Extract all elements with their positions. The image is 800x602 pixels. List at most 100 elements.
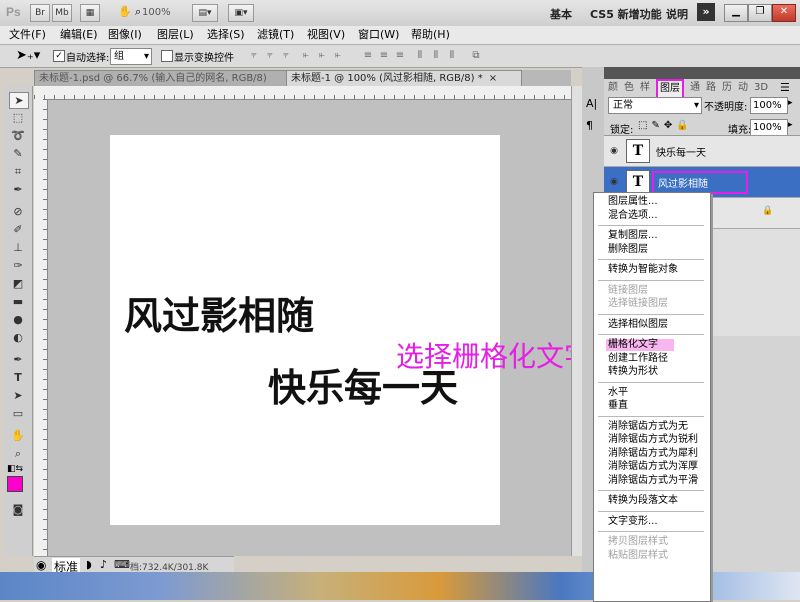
menu-edit[interactable]: 编辑(E) xyxy=(57,27,101,43)
menu-filter[interactable]: 滤镜(T) xyxy=(254,27,297,43)
distribute-vcenter-icon[interactable]: ≡ xyxy=(378,50,390,62)
foreground-color-swatch[interactable] xyxy=(7,476,23,492)
distribute-bottom-icon[interactable]: ≡ xyxy=(394,50,406,62)
pen-tool-icon[interactable]: ✒ xyxy=(9,352,27,367)
context-menu-item[interactable]: 选择相似图层 xyxy=(608,319,668,331)
eye-icon[interactable]: ◉ xyxy=(608,145,620,157)
blend-mode-dropdown[interactable]: 正常 ▾ xyxy=(608,97,702,114)
shape-tool-icon[interactable]: ▭ xyxy=(9,406,27,421)
auto-select-checkbox[interactable]: ✓ xyxy=(53,50,65,62)
close-button[interactable]: ✕ xyxy=(772,4,796,22)
workspace-cs5-new[interactable]: CS5 新增功能 xyxy=(590,6,662,22)
menu-select[interactable]: 选择(S) xyxy=(204,27,248,43)
distribute-hcenter-icon[interactable]: ⦀ xyxy=(430,50,442,62)
distribute-right-icon[interactable]: ⦀ xyxy=(446,50,458,62)
context-menu-item[interactable]: 文字变形... xyxy=(608,516,658,528)
move-tool-icon[interactable]: ➤ xyxy=(9,92,29,109)
align-top-icon[interactable]: ⫧ xyxy=(248,50,260,62)
panel-menu-icon[interactable]: ☰ xyxy=(780,81,790,94)
context-menu-item[interactable]: 转换为智能对象 xyxy=(608,264,678,276)
paragraph-panel-icon[interactable]: ¶ xyxy=(586,119,593,132)
mini-bridge-button[interactable]: Mb xyxy=(52,4,72,22)
tab-color[interactable]: 颜 xyxy=(608,80,618,96)
eye-icon[interactable]: ◉ xyxy=(608,176,620,188)
move-tool-preset-icon[interactable]: ➤₊▾ xyxy=(16,48,40,63)
menu-help[interactable]: 帮助(H) xyxy=(408,27,453,43)
workspace-essentials[interactable]: 基本 xyxy=(550,6,572,22)
context-menu-item[interactable]: 消除锯齿方式为锐利 xyxy=(608,434,698,446)
auto-align-icon[interactable]: ⧉ xyxy=(470,50,482,62)
context-menu-item[interactable]: 转换为形状 xyxy=(608,366,658,378)
menu-file[interactable]: 文件(F) xyxy=(6,27,49,43)
eyedropper-tool-icon[interactable]: ✒ xyxy=(9,182,27,197)
more-workspaces-button[interactable]: » xyxy=(697,3,715,21)
marquee-tool-icon[interactable]: ⬚ xyxy=(9,110,27,125)
align-left-icon[interactable]: ⫦ xyxy=(300,50,312,62)
menu-view[interactable]: 视图(V) xyxy=(304,27,348,43)
tab-styles[interactable]: 样 xyxy=(640,80,650,96)
close-icon[interactable]: × xyxy=(489,73,497,84)
context-menu-item[interactable]: 消除锯齿方式为平滑 xyxy=(608,475,698,487)
vertical-scrollbar[interactable] xyxy=(571,86,582,556)
menu-layer[interactable]: 图层(L) xyxy=(154,27,197,43)
workspace-help[interactable]: 说明 xyxy=(666,6,688,22)
dodge-tool-icon[interactable]: ◐ xyxy=(9,330,27,345)
context-menu-item[interactable]: 混合选项... xyxy=(608,210,658,222)
gradient-tool-icon[interactable]: ▬ xyxy=(9,294,27,309)
tab-layers[interactable]: 图层 xyxy=(656,79,684,99)
fill-slider-icon[interactable]: ▸ xyxy=(788,120,793,130)
opacity-input[interactable]: 100% xyxy=(750,97,788,114)
align-hcenter-icon[interactable]: ⫦ xyxy=(316,50,328,62)
opacity-slider-icon[interactable]: ▸ xyxy=(788,98,793,108)
zoom-level[interactable]: 100% xyxy=(142,7,171,18)
arrange-documents-button[interactable]: ▤▾ xyxy=(192,4,218,22)
context-menu-item[interactable]: 水平 xyxy=(608,387,628,399)
hand-icon[interactable]: ✋ xyxy=(118,5,132,19)
screen-mode-button[interactable]: ▣▾ xyxy=(228,4,254,22)
tab-swatches[interactable]: 色 xyxy=(624,80,634,96)
maximize-button[interactable]: ❐ xyxy=(748,4,772,22)
history-brush-tool-icon[interactable]: ✑ xyxy=(9,258,27,273)
align-vcenter-icon[interactable]: ⫧ xyxy=(264,50,276,62)
character-panel-icon[interactable]: A| xyxy=(586,97,597,110)
view-extras-button[interactable]: ▦ xyxy=(80,4,100,22)
healing-brush-tool-icon[interactable]: ⊘ xyxy=(9,204,27,219)
auto-select-dropdown[interactable]: 组 ▾ xyxy=(110,48,152,65)
bridge-button[interactable]: Br xyxy=(30,4,50,22)
tab-actions[interactable]: 动 xyxy=(738,80,748,96)
context-menu-item[interactable]: 消除锯齿方式为犀利 xyxy=(608,448,698,460)
align-bottom-icon[interactable]: ⫧ xyxy=(280,50,292,62)
hand-tool-icon[interactable]: ✋ xyxy=(9,428,27,443)
default-colors-icon[interactable]: ◧⇆ xyxy=(7,464,23,474)
lock-options-icon[interactable]: ⬚✎✥🔒 xyxy=(638,120,693,131)
canvas-text-layer-1[interactable]: 风过影相随 xyxy=(124,285,314,340)
quick-mask-icon[interactable]: ◙ xyxy=(9,502,27,517)
document-canvas[interactable]: 风过影相随 快乐每一天 xyxy=(110,135,500,525)
context-menu-item[interactable]: 消除锯齿方式为浑厚 xyxy=(608,461,698,473)
brush-tool-icon[interactable]: ✐ xyxy=(9,222,27,237)
context-menu-item[interactable]: 复制图层... xyxy=(608,230,658,242)
tab-history[interactable]: 历 xyxy=(722,80,732,96)
type-tool-icon[interactable]: T xyxy=(9,370,27,385)
distribute-left-icon[interactable]: ⦀ xyxy=(414,50,426,62)
clone-stamp-tool-icon[interactable]: ⊥ xyxy=(9,240,27,255)
crop-tool-icon[interactable]: ⌗ xyxy=(9,164,27,179)
align-right-icon[interactable]: ⫦ xyxy=(332,50,344,62)
tab-channels[interactable]: 通 xyxy=(690,80,700,96)
tab-document-2[interactable]: 未标题-1 @ 100% (风过影相随, RGB/8) * × xyxy=(286,70,522,87)
path-selection-tool-icon[interactable]: ➤ xyxy=(9,388,27,403)
tab-3d[interactable]: 3D xyxy=(754,80,768,96)
menu-image[interactable]: 图像(I) xyxy=(105,27,145,43)
fill-input[interactable]: 100% xyxy=(750,119,788,136)
context-menu-item[interactable]: 栅格化文字 xyxy=(606,339,674,351)
quick-select-tool-icon[interactable]: ✎ xyxy=(9,146,27,161)
zoom-tool-icon[interactable]: ⌕ xyxy=(9,446,27,461)
blur-tool-icon[interactable]: ● xyxy=(9,312,27,327)
show-transform-checkbox[interactable] xyxy=(161,50,173,62)
context-menu-item[interactable]: 转换为段落文本 xyxy=(608,495,678,507)
context-menu-item[interactable]: 图层属性... xyxy=(608,196,658,208)
menu-window[interactable]: 窗口(W) xyxy=(355,27,402,43)
context-menu-item[interactable]: 删除图层 xyxy=(608,244,648,256)
tab-paths[interactable]: 路 xyxy=(706,80,716,96)
layer-row[interactable]: ◉ T 快乐每一天 xyxy=(604,136,800,167)
